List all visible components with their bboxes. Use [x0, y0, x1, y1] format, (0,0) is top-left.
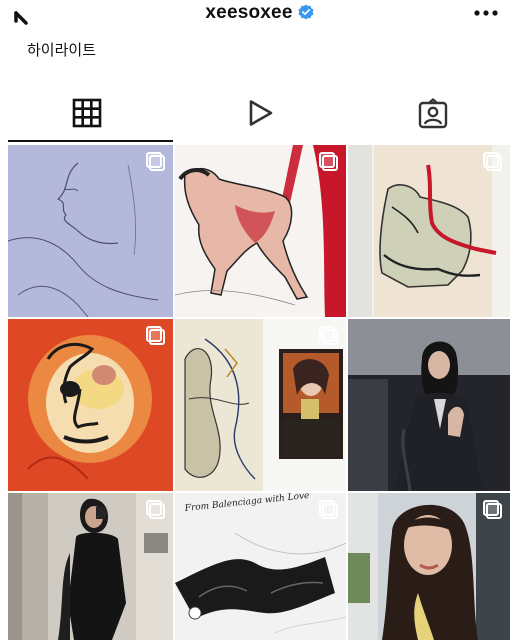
multiple-photos-icon — [146, 326, 165, 345]
reels-play-icon — [249, 100, 272, 126]
post-thumbnail[interactable] — [8, 145, 173, 317]
post-thumbnail[interactable] — [8, 493, 173, 640]
profile-header: xeesoxee — [0, 0, 519, 34]
post-image-sketch-collage — [175, 319, 346, 491]
post-thumbnail[interactable] — [348, 145, 510, 317]
tab-reels[interactable] — [173, 88, 346, 142]
posts-grid: From Balenciaga with Love — [8, 145, 510, 640]
multiple-photos-icon — [319, 326, 338, 345]
post-thumbnail[interactable] — [175, 145, 346, 317]
active-tab-indicator — [8, 140, 173, 142]
profile-title: xeesoxee — [0, 2, 519, 24]
highlights-label[interactable]: 하이라이트 — [27, 39, 96, 60]
multiple-photos-icon — [146, 500, 165, 519]
multiple-photos-icon — [483, 500, 502, 519]
post-image-crawling-figure — [175, 145, 346, 317]
post-thumbnail[interactable] — [348, 493, 510, 640]
profile-tabs — [0, 88, 519, 142]
username: xeesoxee — [205, 2, 293, 23]
multiple-photos-icon — [483, 152, 502, 171]
tab-posts-grid[interactable] — [0, 88, 173, 142]
post-thumbnail[interactable] — [348, 319, 510, 491]
verified-badge-icon — [298, 4, 314, 20]
more-options-button[interactable] — [473, 6, 499, 20]
more-options-icon — [474, 10, 498, 16]
grid-icon — [72, 98, 101, 128]
multiple-photos-icon — [319, 500, 338, 519]
post-thumbnail[interactable] — [8, 319, 173, 491]
post-image-abstract-figure — [348, 145, 510, 317]
post-thumbnail[interactable] — [175, 319, 346, 491]
post-thumbnail[interactable]: From Balenciaga with Love — [175, 493, 346, 640]
post-image-woman-in-car — [348, 319, 510, 491]
post-image-red-portrait — [8, 319, 173, 491]
multiple-photos-icon — [146, 152, 165, 171]
tab-tagged[interactable] — [346, 88, 519, 142]
tagged-person-icon — [418, 98, 447, 129]
multiple-photos-icon — [319, 152, 338, 171]
post-image-sketch-face — [8, 145, 173, 317]
